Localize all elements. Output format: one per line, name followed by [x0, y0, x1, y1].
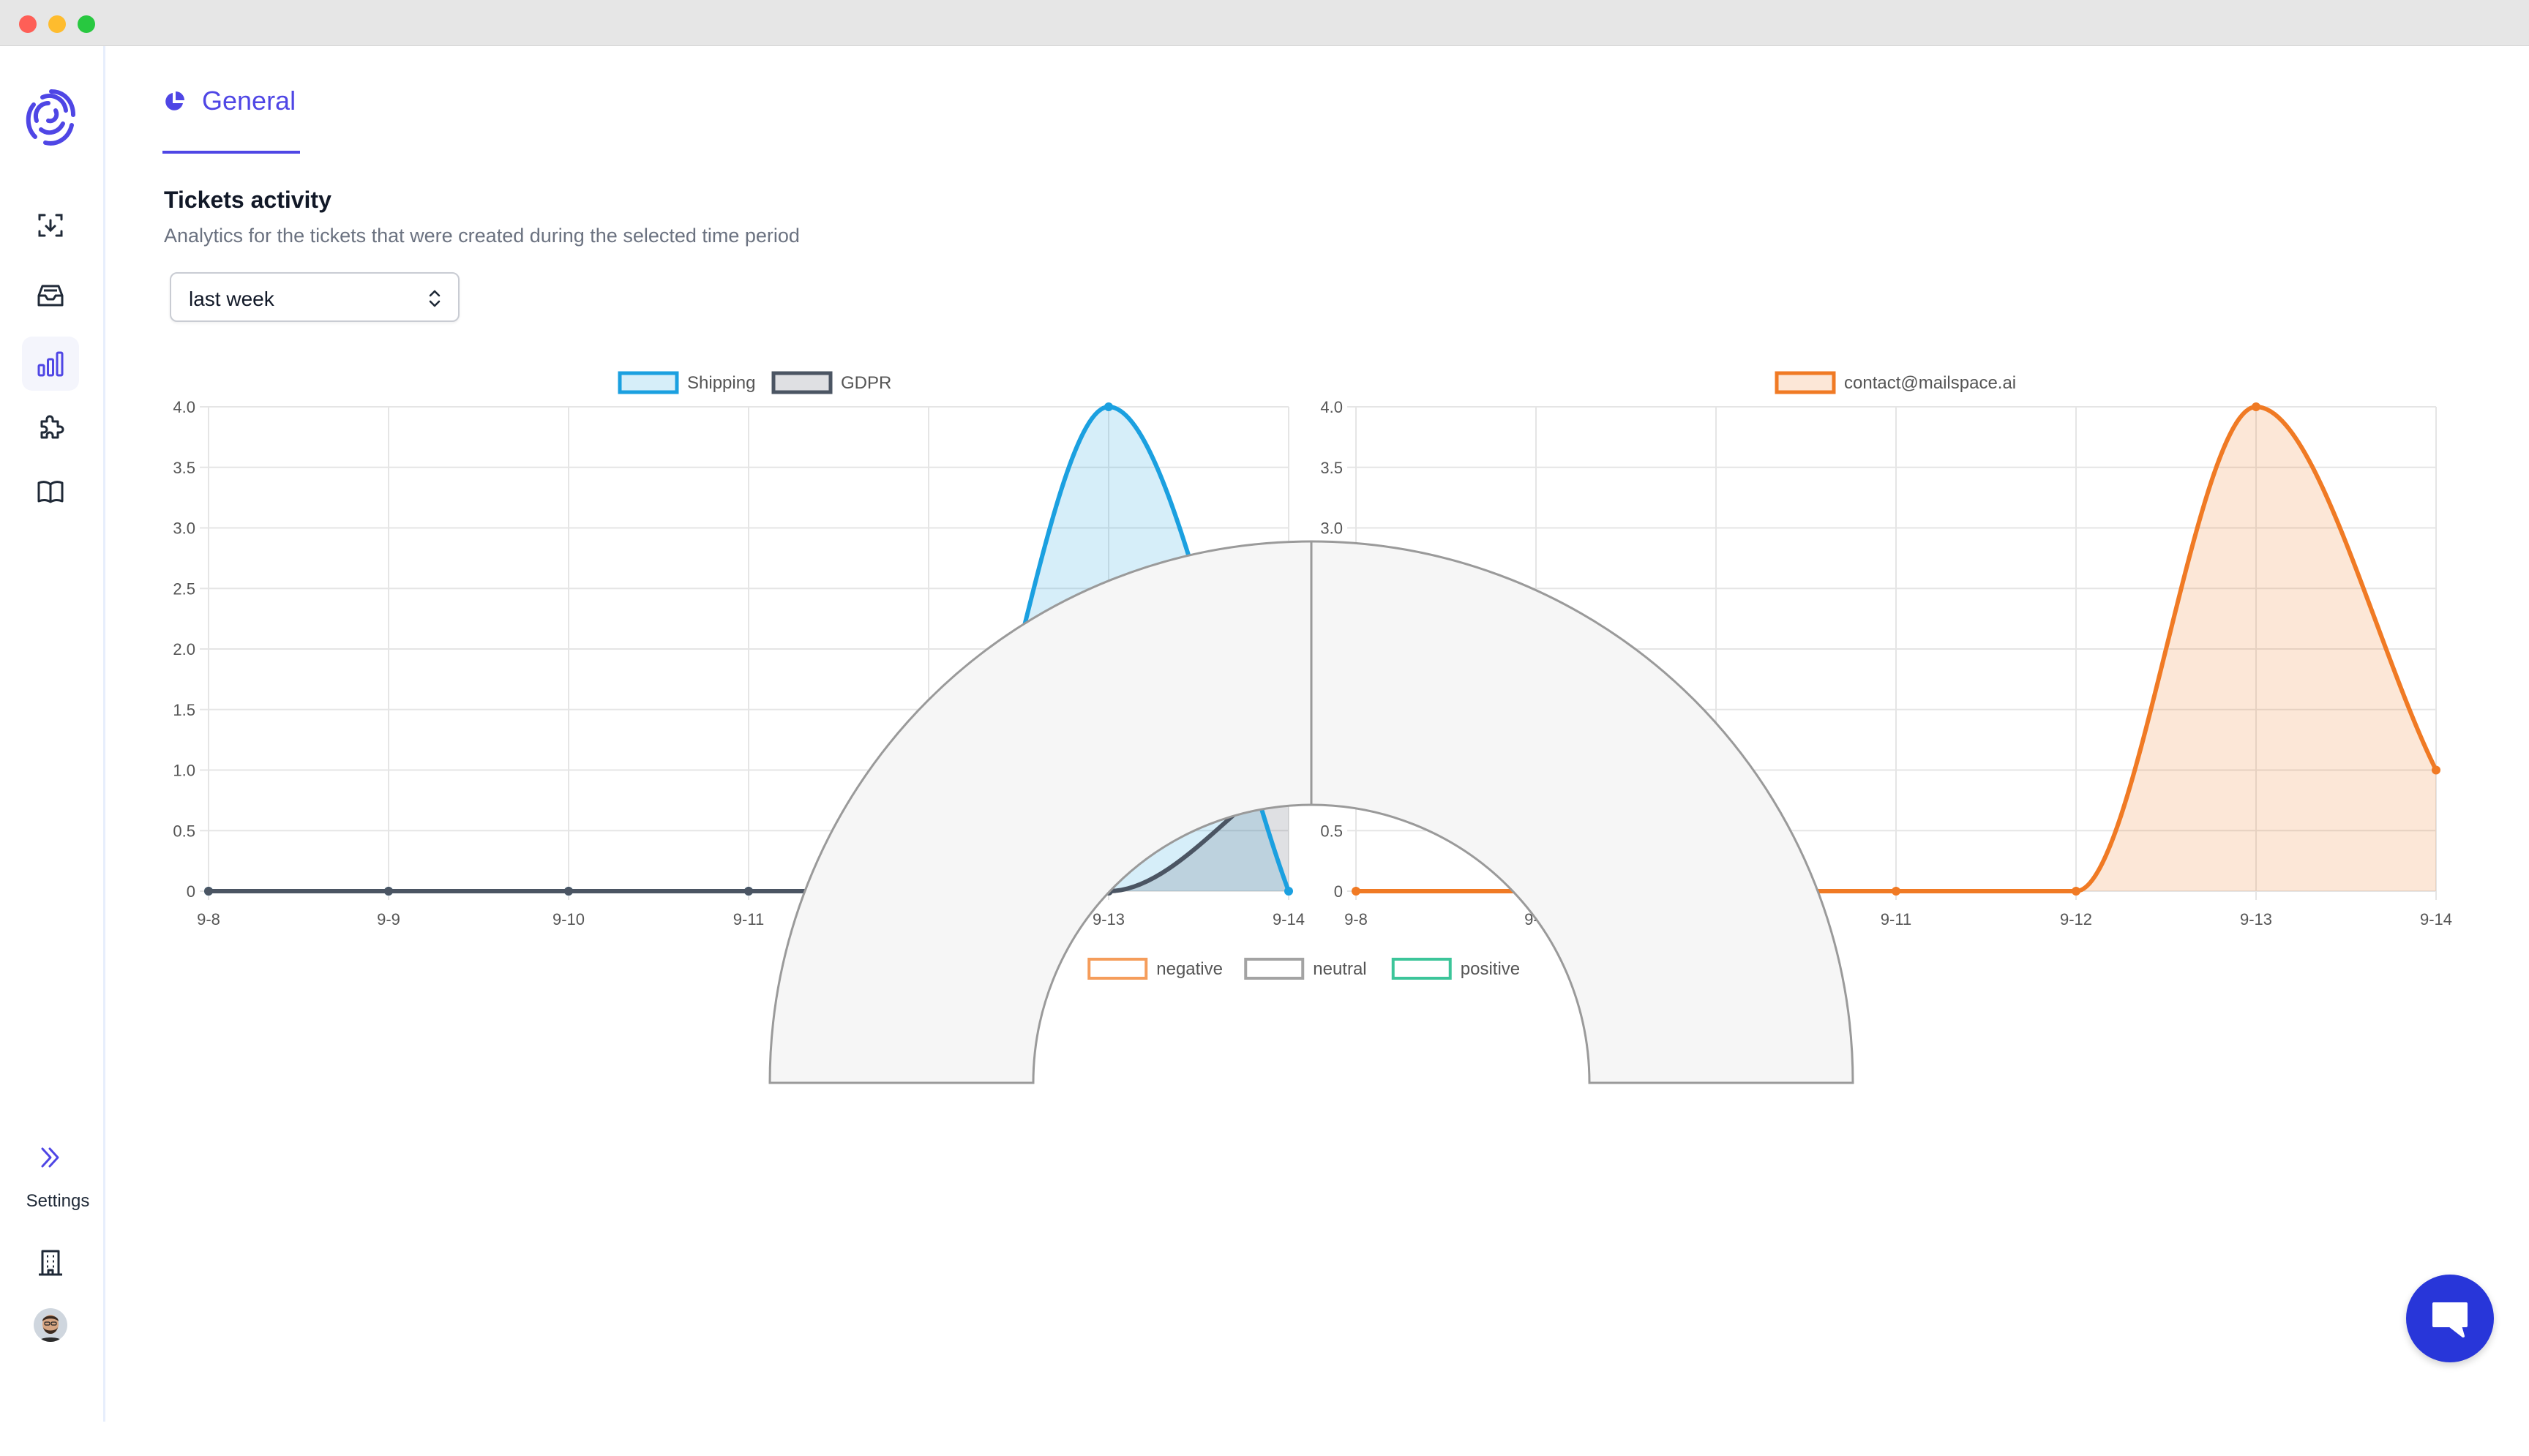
sentiment-chart: negative neutral positive	[0, 540, 2529, 1456]
legend-swatch	[1087, 958, 1148, 980]
chat-support-button[interactable]	[2406, 1275, 2494, 1362]
legend-swatch	[1391, 958, 1452, 980]
legend-label: negative	[1156, 959, 1223, 979]
chat-bubble-icon	[2432, 1302, 2468, 1337]
viewport-clip-bottom	[0, 1422, 2529, 1456]
legend-label: positive	[1461, 959, 1520, 979]
legend-swatch	[1244, 958, 1305, 980]
legend-label: neutral	[1313, 959, 1366, 979]
